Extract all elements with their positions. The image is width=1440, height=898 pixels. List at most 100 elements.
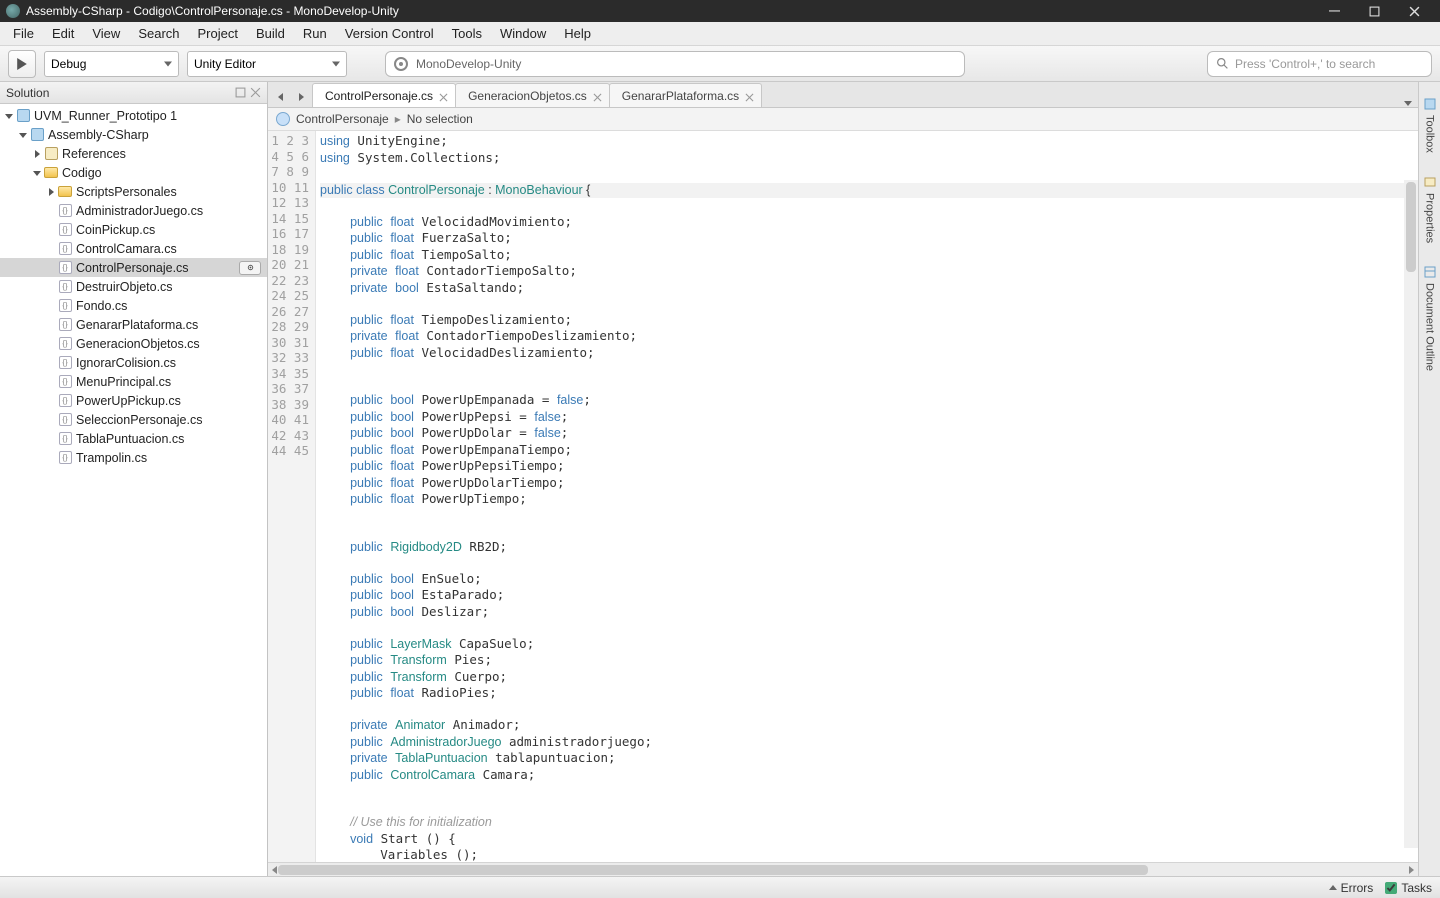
csharp-file-icon [59, 261, 72, 274]
tree-item[interactable]: ControlCamara.cs [0, 239, 267, 258]
app-icon [6, 4, 20, 18]
panel-close-icon[interactable] [250, 87, 261, 98]
statusbar-errors-label: Errors [1341, 881, 1374, 895]
code-text[interactable]: using UnityEngine; using System.Collecti… [316, 131, 1418, 862]
chevron-placeholder [46, 301, 56, 311]
menu-item-window[interactable]: Window [491, 23, 555, 44]
tree-item[interactable]: UVM_Runner_Prototipo 1 [0, 106, 267, 125]
tree-item[interactable]: GeneracionObjetos.cs [0, 334, 267, 353]
code-editor[interactable]: 1 2 3 4 5 6 7 8 9 10 11 12 13 14 15 16 1… [268, 131, 1418, 862]
csharp-file-icon [59, 375, 72, 388]
breadcrumb[interactable]: ControlPersonaje ▸ No selection [268, 108, 1418, 131]
tree-item[interactable]: SeleccionPersonaje.cs [0, 410, 267, 429]
chevron-placeholder [46, 415, 56, 425]
global-search[interactable]: Press 'Control+,' to search [1207, 51, 1432, 77]
statusbar-errors[interactable]: Errors [1329, 881, 1374, 895]
menu-item-run[interactable]: Run [294, 23, 336, 44]
csharp-file-icon [59, 242, 72, 255]
editor-tab[interactable]: ControlPersonaje.cs [312, 83, 456, 107]
minimize-button[interactable] [1314, 0, 1354, 22]
tab-close-icon[interactable] [593, 91, 603, 101]
target-combo[interactable]: Unity Editor [187, 51, 347, 77]
editor-vscrollbar[interactable] [1404, 180, 1418, 848]
tree-item[interactable]: References [0, 144, 267, 163]
panel-autohide-icon[interactable] [235, 87, 246, 98]
menu-item-view[interactable]: View [83, 23, 129, 44]
menu-item-edit[interactable]: Edit [43, 23, 83, 44]
hscroll-thumb[interactable] [278, 865, 1148, 875]
tree-item[interactable]: Assembly-CSharp [0, 125, 267, 144]
menu-item-project[interactable]: Project [189, 23, 247, 44]
rail-tab-document-outline[interactable]: Document Outline [1420, 254, 1440, 382]
vscroll-thumb[interactable] [1406, 182, 1416, 272]
rail-tab-icon [1423, 175, 1437, 189]
tree-item[interactable]: Trampolin.cs [0, 448, 267, 467]
solution-panel-header: Solution [0, 82, 267, 104]
menu-item-file[interactable]: File [4, 23, 43, 44]
menu-item-tools[interactable]: Tools [443, 23, 491, 44]
statusbar-tasks[interactable]: Tasks [1385, 881, 1432, 895]
main-area: Solution UVM_Runner_Prototipo 1Assembly-… [0, 82, 1440, 876]
breadcrumb-member: No selection [407, 112, 473, 126]
global-search-placeholder: Press 'Control+,' to search [1235, 57, 1375, 71]
maximize-button[interactable] [1354, 0, 1394, 22]
menu-item-help[interactable]: Help [555, 23, 600, 44]
editor-tab-label: GenararPlataforma.cs [622, 89, 739, 103]
tree-item-options-button[interactable] [239, 261, 261, 275]
tree-item[interactable]: MenuPrincipal.cs [0, 372, 267, 391]
tree-item-label: SeleccionPersonaje.cs [76, 413, 202, 427]
tree-item[interactable]: CoinPickup.cs [0, 220, 267, 239]
chevron-down-icon[interactable] [4, 111, 14, 121]
chevron-down-icon[interactable] [32, 168, 42, 178]
class-icon [276, 112, 290, 126]
tab-nav-back[interactable] [272, 87, 290, 107]
menu-item-search[interactable]: Search [129, 23, 188, 44]
editor-hscrollbar[interactable] [268, 862, 1418, 876]
tasks-checkbox[interactable] [1385, 882, 1397, 894]
navigate-bar[interactable]: MonoDevelop-Unity [385, 51, 965, 77]
solution-tree[interactable]: UVM_Runner_Prototipo 1Assembly-CSharpRef… [0, 104, 267, 876]
tree-item[interactable]: GenararPlataforma.cs [0, 315, 267, 334]
tree-item[interactable]: PowerUpPickup.cs [0, 391, 267, 410]
chevron-up-icon [1329, 885, 1337, 890]
chevron-down-icon[interactable] [46, 187, 56, 197]
rail-tab-properties[interactable]: Properties [1420, 164, 1440, 254]
configuration-combo[interactable]: Debug [44, 51, 179, 77]
tab-close-icon[interactable] [439, 91, 449, 101]
tree-item[interactable]: ControlPersonaje.cs [0, 258, 267, 277]
editor-tab[interactable]: GeneracionObjetos.cs [455, 83, 610, 107]
tree-item-label: CoinPickup.cs [76, 223, 155, 237]
rail-tab-icon [1423, 265, 1437, 279]
chevron-placeholder [46, 320, 56, 330]
menu-item-build[interactable]: Build [247, 23, 294, 44]
csharp-file-icon [59, 451, 72, 464]
breadcrumb-separator: ▸ [395, 112, 401, 126]
tree-item[interactable]: IgnorarColision.cs [0, 353, 267, 372]
menubar: FileEditViewSearchProjectBuildRunVersion… [0, 22, 1440, 46]
tab-nav-forward[interactable] [292, 87, 310, 107]
navigate-bar-label: MonoDevelop-Unity [416, 57, 521, 71]
chevron-down-icon[interactable] [32, 149, 42, 159]
tree-item[interactable]: Codigo [0, 163, 267, 182]
tree-item[interactable]: AdministradorJuego.cs [0, 201, 267, 220]
project-icon [31, 128, 44, 141]
rail-tab-toolbox[interactable]: Toolbox [1420, 86, 1440, 164]
csharp-file-icon [59, 356, 72, 369]
editor-tab[interactable]: GenararPlataforma.cs [609, 83, 762, 107]
folder-icon [58, 186, 72, 197]
right-rail: ToolboxPropertiesDocument Outline [1418, 82, 1440, 876]
tree-item[interactable]: TablaPuntuacion.cs [0, 429, 267, 448]
tree-item[interactable]: Fondo.cs [0, 296, 267, 315]
tree-item[interactable]: ScriptsPersonales [0, 182, 267, 201]
run-button[interactable] [8, 50, 36, 78]
menu-item-version-control[interactable]: Version Control [336, 23, 443, 44]
tab-overflow-button[interactable] [1398, 99, 1418, 107]
hscroll-right[interactable] [1404, 863, 1418, 877]
tree-item[interactable]: DestruirObjeto.cs [0, 277, 267, 296]
tab-close-icon[interactable] [745, 91, 755, 101]
tree-item-label: PowerUpPickup.cs [76, 394, 181, 408]
chevron-down-icon[interactable] [18, 130, 28, 140]
rail-tab-icon [1423, 97, 1437, 111]
close-button[interactable] [1394, 0, 1434, 22]
csharp-file-icon [59, 394, 72, 407]
